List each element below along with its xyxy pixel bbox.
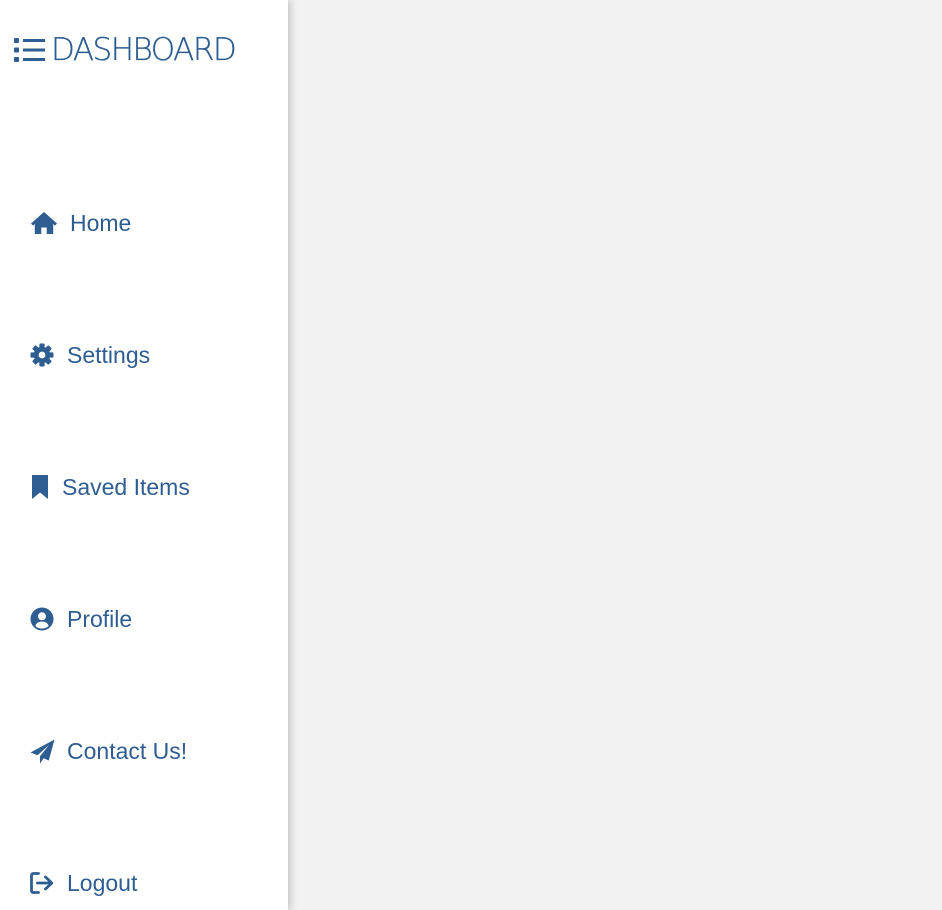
- bookmark-icon: [30, 474, 62, 500]
- brand[interactable]: DASHBOARD: [14, 30, 237, 70]
- sidebar-item-home[interactable]: Home: [30, 206, 131, 240]
- user-circle-icon: [30, 607, 67, 631]
- sidebar-item-label: Logout: [67, 870, 138, 896]
- sidebar-item-label: Profile: [67, 606, 133, 632]
- sidebar-item-label: Saved Items: [62, 474, 190, 500]
- main-content: [288, 0, 942, 910]
- home-icon: [30, 211, 70, 235]
- sidebar-item-label: Contact Us!: [67, 738, 188, 764]
- list-icon: [14, 38, 45, 62]
- app: DASHBOARD Home Settings Saved Items Prof…: [0, 0, 942, 910]
- sidebar-item-saved-items[interactable]: Saved Items: [30, 470, 190, 504]
- gear-icon: [30, 343, 67, 367]
- logout-icon: [30, 872, 67, 894]
- sidebar-item-label: Settings: [67, 342, 151, 368]
- sidebar-item-logout[interactable]: Logout: [30, 866, 137, 900]
- sidebar: DASHBOARD Home Settings Saved Items Prof…: [0, 0, 288, 910]
- sidebar-item-settings[interactable]: Settings: [30, 338, 150, 372]
- sidebar-item-profile[interactable]: Profile: [30, 602, 132, 636]
- brand-title: DASHBOARD: [51, 32, 237, 68]
- paper-plane-icon: [30, 739, 67, 764]
- sidebar-item-contact-us[interactable]: Contact Us!: [30, 734, 187, 768]
- sidebar-item-label: Home: [70, 210, 132, 236]
